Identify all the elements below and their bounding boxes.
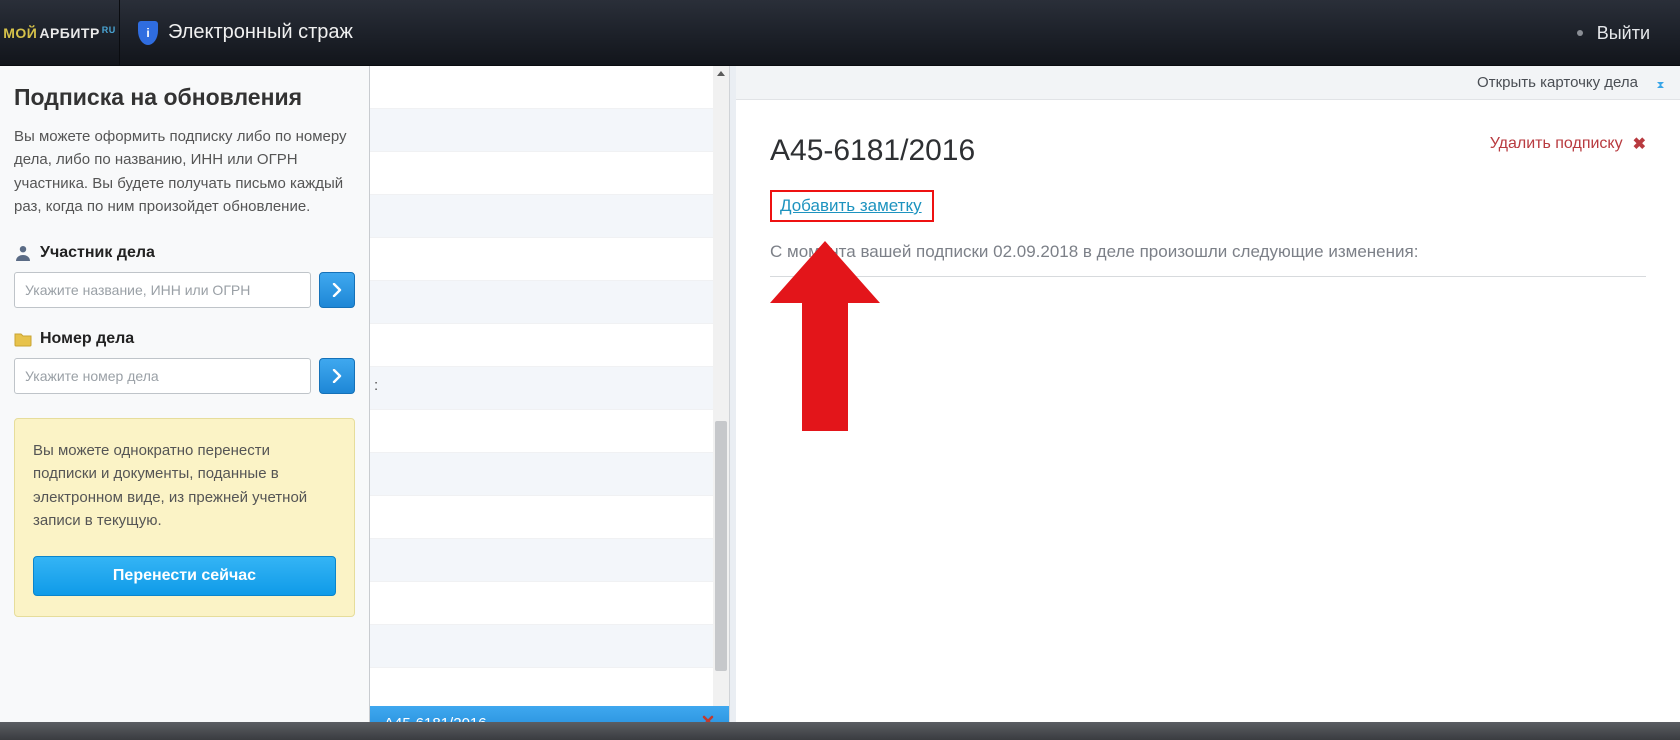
case-label: Номер дела — [40, 330, 134, 348]
add-note-highlight: Добавить заметку — [770, 190, 934, 222]
case-input[interactable] — [14, 358, 311, 394]
transfer-notice-text: Вы можете однократно перенести подписки … — [33, 439, 336, 532]
sidebar-title: Подписка на обновления — [14, 84, 355, 111]
header-right: Выйти — [1577, 0, 1650, 66]
scroll-thumb[interactable] — [715, 421, 727, 671]
top-header: МОЙАРБИТРRU i Электронный страж Выйти — [0, 0, 1680, 66]
scroll-up-icon[interactable] — [713, 66, 729, 82]
bullet-icon — [1577, 30, 1583, 36]
participant-input[interactable] — [14, 272, 311, 308]
open-card-link[interactable]: Открыть карточку дела — [1477, 74, 1638, 91]
transfer-button[interactable]: Перенести сейчас — [33, 556, 336, 596]
participant-input-row — [14, 272, 355, 308]
main: Подписка на обновления Вы можете оформит… — [0, 66, 1680, 740]
person-icon — [14, 244, 32, 262]
delete-subscription-label: Удалить подписку — [1490, 135, 1623, 153]
transfer-notice: Вы можете однократно перенести подписки … — [14, 418, 355, 617]
page-header-title: Электронный страж — [168, 21, 353, 44]
header-title-box: i Электронный страж — [120, 21, 353, 45]
bottom-strip — [0, 722, 1680, 740]
list-scrollbar[interactable] — [713, 66, 729, 706]
add-note-link[interactable]: Добавить заметку — [780, 196, 922, 215]
delete-subscription-link[interactable]: Удалить подписку ✖ — [1490, 134, 1646, 154]
case-input-row — [14, 358, 355, 394]
logo-text: МОЙАРБИТРRU — [3, 25, 116, 41]
list-truncated-glyph: : — [370, 377, 378, 394]
logout-link[interactable]: Выйти — [1597, 23, 1650, 44]
detail-panel: Открыть карточку дела А45-6181/2016 Удал… — [736, 66, 1680, 740]
chevron-right-icon — [332, 369, 342, 383]
logo[interactable]: МОЙАРБИТРRU — [0, 0, 120, 66]
folder-icon — [14, 331, 32, 347]
shield-icon: i — [138, 21, 158, 45]
case-label-row: Номер дела — [14, 330, 355, 348]
detail-topbar: Открыть карточку дела — [736, 66, 1680, 100]
close-icon: ✖ — [1633, 134, 1646, 154]
open-card-icon[interactable] — [1646, 75, 1666, 91]
chevron-right-icon — [332, 283, 342, 297]
case-list-body[interactable]: : — [370, 66, 713, 706]
case-title: А45-6181/2016 — [770, 134, 975, 168]
case-header-row: А45-6181/2016 Удалить подписку ✖ — [770, 134, 1646, 168]
participant-label-row: Участник дела — [14, 244, 355, 262]
participant-label: Участник дела — [40, 244, 155, 262]
sidebar-description: Вы можете оформить подписку либо по номе… — [14, 125, 355, 218]
changes-text: С момента вашей подписки 02.09.2018 в де… — [770, 242, 1646, 262]
case-go-button[interactable] — [319, 358, 355, 394]
case-list-column: : А45-6181/2016 — [370, 66, 730, 740]
detail-separator — [770, 276, 1646, 277]
participant-go-button[interactable] — [319, 272, 355, 308]
sidebar: Подписка на обновления Вы можете оформит… — [0, 66, 370, 740]
detail-body: А45-6181/2016 Удалить подписку ✖ Добавит… — [736, 100, 1680, 277]
